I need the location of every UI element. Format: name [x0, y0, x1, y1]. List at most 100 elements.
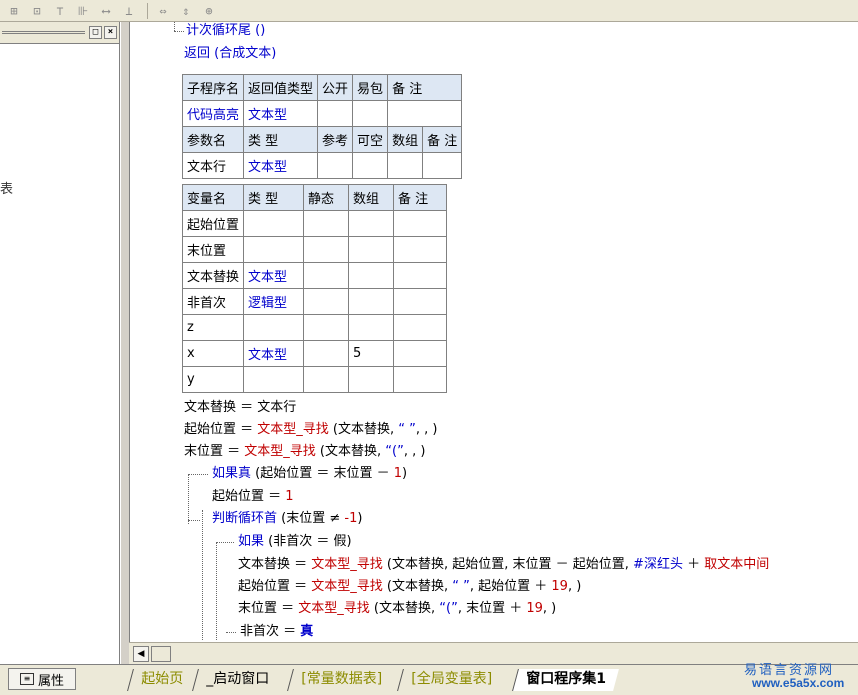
table-cell[interactable]: z [181, 314, 245, 341]
code-line[interactable]: 如果真 (起始位置 ＝ 末位置 － 1) [212, 465, 407, 483]
code-text: 文本替换 ＝ 文本行 [184, 400, 297, 415]
table-cell[interactable] [303, 210, 350, 237]
tab-global-variables[interactable]: [全局变量表] [397, 669, 505, 691]
table-cell[interactable]: 文本行 [181, 152, 245, 179]
space-vertical-icon[interactable]: ⊥ [119, 2, 139, 20]
table-cell[interactable] [387, 152, 424, 179]
table-row[interactable]: 代码高亮 文本型 [181, 100, 463, 127]
table-cell[interactable] [348, 366, 395, 393]
same-size-icon[interactable]: ⊕ [199, 2, 219, 20]
table-cell[interactable] [393, 366, 448, 393]
table-row[interactable]: 文本替换 文本型 [181, 262, 448, 289]
table-cell[interactable] [393, 288, 448, 315]
code-line-loop-end: 计次循环尾 () [186, 23, 266, 38]
code-line[interactable]: 起始位置 ＝ 文本型_寻找 (文本替换, “ ”, , ) [184, 421, 437, 439]
table-cell[interactable]: 末位置 [181, 236, 245, 263]
align-middle-icon[interactable]: ⊪ [73, 2, 93, 20]
space-horizontal-icon[interactable]: ⟷ [96, 2, 116, 20]
table-cell[interactable] [303, 340, 350, 367]
tree-connector [174, 22, 175, 31]
restore-button[interactable]: □ [89, 26, 102, 39]
table-row: 变量名 类 型 静态 数组 备 注 [181, 184, 448, 211]
table-row[interactable]: y [181, 366, 448, 393]
code-line[interactable]: 非首次 ＝ 真 [240, 623, 313, 641]
code-text: 非首次 ＝ [240, 624, 301, 639]
table-cell[interactable]: 文本型 [243, 152, 319, 179]
table-cell[interactable] [422, 152, 463, 179]
table-cell[interactable] [348, 288, 395, 315]
code-function: 文本型_寻找 [298, 601, 370, 616]
code-line[interactable]: 起始位置 ＝ 文本型_寻找 (文本替换, “ ”, 起始位置 ＋ 19, ) [238, 578, 581, 596]
table-cell[interactable]: 非首次 [181, 288, 245, 315]
table-cell[interactable]: 5 [348, 340, 395, 367]
table-cell[interactable] [348, 314, 395, 341]
table-cell[interactable]: 文本替换 [181, 262, 245, 289]
table-cell[interactable] [348, 262, 395, 289]
table-cell[interactable]: 逻辑型 [243, 288, 305, 315]
scroll-left-icon[interactable]: ◀ [133, 646, 149, 662]
tab-start-page[interactable]: 起始页 [127, 669, 196, 691]
code-line[interactable]: 末位置 ＝ 文本型_寻找 (文本替换, “(”, , ) [184, 443, 425, 461]
table-cell[interactable] [317, 100, 354, 127]
table-cell[interactable] [243, 314, 305, 341]
code-line[interactable]: 起始位置 ＝ 1 [212, 488, 294, 506]
table-cell[interactable]: 文本型 [243, 262, 305, 289]
code-text: , ) [542, 601, 557, 616]
table-cell[interactable]: 文本型 [243, 340, 305, 367]
table-cell[interactable]: 起始位置 [181, 210, 245, 237]
close-button[interactable]: × [104, 26, 117, 39]
table-cell[interactable] [303, 262, 350, 289]
table-cell[interactable] [393, 340, 448, 367]
scroll-thumb[interactable] [151, 646, 171, 662]
properties-button[interactable]: ≡ 属性 [8, 668, 76, 690]
same-height-icon[interactable]: ⇕ [176, 2, 196, 20]
table-cell[interactable] [348, 236, 395, 263]
table-row[interactable]: 非首次 逻辑型 [181, 288, 448, 315]
table-cell[interactable]: 代码高亮 [181, 100, 245, 127]
table-cell[interactable]: x [181, 340, 245, 367]
table-cell[interactable] [352, 100, 389, 127]
tree-connector [216, 542, 217, 640]
table-cell[interactable] [387, 100, 463, 127]
table-cell[interactable]: y [181, 366, 245, 393]
table-row[interactable]: 起始位置 [181, 210, 448, 237]
tab-window-assembly[interactable]: 窗口程序集1 [512, 669, 619, 691]
table-cell[interactable] [393, 314, 448, 341]
code-line[interactable]: 判断循环首 (末位置 ≠ -1) [212, 510, 362, 528]
code-line[interactable]: 如果 (非首次 ＝ 假) [238, 533, 352, 551]
code-function: 文本型_寻找 [311, 579, 383, 594]
table-row[interactable]: 末位置 [181, 236, 448, 263]
table-cell[interactable] [303, 314, 350, 341]
table-cell[interactable] [393, 210, 448, 237]
properties-icon: ≡ [19, 673, 34, 685]
tree-connector [188, 474, 189, 524]
table-cell[interactable] [317, 152, 354, 179]
table-row[interactable]: z [181, 314, 448, 341]
table-header-cell: 可空 [352, 126, 389, 153]
table-cell[interactable] [243, 210, 305, 237]
align-center-icon[interactable]: ⊡ [27, 2, 47, 20]
table-row[interactable]: 文本行 文本型 [181, 152, 463, 179]
table-cell[interactable] [348, 210, 395, 237]
table-cell[interactable] [243, 236, 305, 263]
align-top-icon[interactable]: ⊤ [50, 2, 70, 20]
table-row[interactable]: x 文本型 5 [181, 340, 448, 367]
table-cell[interactable] [352, 152, 389, 179]
align-left-icon[interactable]: ⊞ [4, 2, 24, 20]
code-line[interactable]: 文本替换 ＝ 文本型_寻找 (文本替换, 起始位置, 末位置 － 起始位置, #… [238, 556, 769, 574]
table-cell[interactable] [393, 262, 448, 289]
table-cell[interactable] [303, 288, 350, 315]
panel-grip[interactable] [2, 31, 85, 34]
code-line[interactable]: 文本替换 ＝ 文本行 [184, 399, 296, 417]
table-cell[interactable] [303, 236, 350, 263]
splitter[interactable] [121, 22, 129, 664]
same-width-icon[interactable]: ⇔ [153, 2, 173, 20]
table-cell[interactable] [393, 236, 448, 263]
table-cell[interactable] [303, 366, 350, 393]
code-line[interactable]: 末位置 ＝ 文本型_寻找 (文本替换, “(”, 末位置 ＋ 19, ) [238, 600, 556, 618]
tab-startup-window[interactable]: _启动窗口 [192, 669, 282, 691]
table-cell[interactable]: 文本型 [243, 100, 319, 127]
code-editor[interactable]: 计次循环尾 () 返回 (合成文本) 子程序名 返回值类型 公开 易包 备 注 … [129, 22, 858, 642]
table-cell[interactable] [243, 366, 305, 393]
tab-constant-table[interactable]: [常量数据表] [287, 669, 395, 691]
